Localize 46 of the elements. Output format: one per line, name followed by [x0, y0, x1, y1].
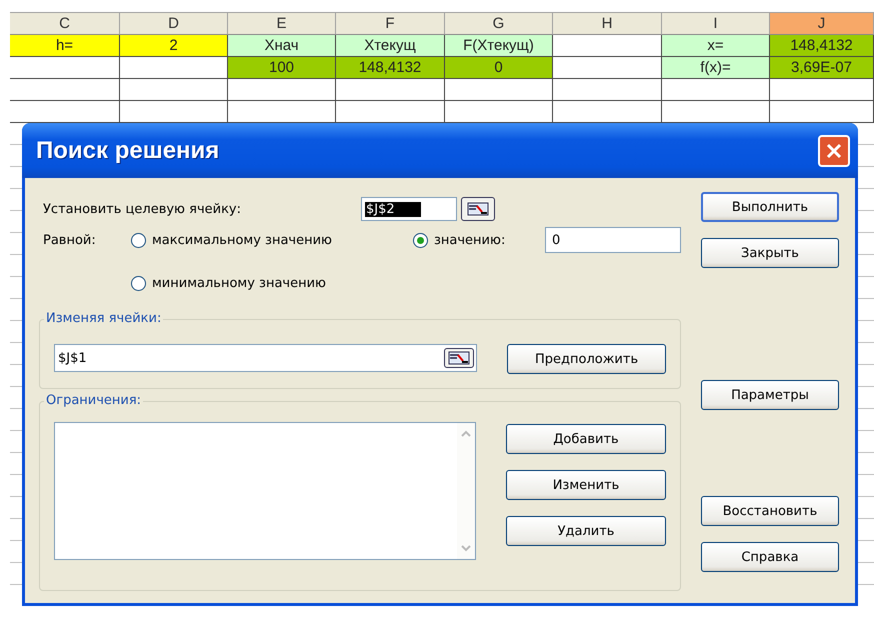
column-header[interactable]: D — [120, 12, 228, 35]
table-cell: 3,69E-07 — [770, 57, 874, 79]
table-cell: x= — [662, 35, 770, 57]
table-cell: 148,4132 — [770, 35, 874, 57]
dialog-button[interactable]: Выполнить — [701, 192, 839, 222]
value-field[interactable]: 0 — [545, 227, 681, 253]
table-cell: h= — [10, 35, 120, 57]
scrollbar[interactable] — [457, 423, 475, 559]
column-header[interactable]: I — [662, 12, 770, 35]
dialog-button[interactable]: Справка — [701, 542, 839, 572]
table-cell: f(x)= — [662, 57, 770, 79]
close-icon — [825, 142, 843, 160]
radio-option[interactable]: минимальному значению — [131, 276, 413, 290]
column-header[interactable]: J — [770, 12, 874, 35]
changing-cells-field[interactable]: $J$1 — [54, 344, 478, 372]
column-header[interactable]: H — [553, 12, 662, 35]
table-cell: 148,4132 — [336, 57, 445, 79]
range-select-icon — [467, 202, 489, 216]
column-header[interactable]: E — [228, 12, 336, 35]
window-title: Поиск решения — [36, 136, 220, 164]
target-cell-field[interactable]: $J$2 — [361, 197, 457, 221]
constraint-button[interactable]: Изменить — [506, 470, 666, 500]
table-cell: 0 — [445, 57, 553, 79]
constraints-list[interactable] — [54, 422, 476, 560]
target-cell-label: Установить целевую ячейку: — [43, 202, 242, 216]
table-cell: 2 — [120, 35, 228, 57]
equal-to-label: Равной: — [43, 232, 97, 248]
range-select-icon[interactable] — [444, 348, 474, 368]
guess-button[interactable]: Предположить — [507, 344, 666, 374]
collapse-dialog-button[interactable] — [461, 197, 495, 221]
radio-option[interactable]: максимальному значению — [131, 232, 413, 248]
constraint-button[interactable]: Удалить — [506, 516, 666, 546]
dialog-button[interactable]: Закрыть — [701, 238, 839, 268]
constraints-label: Ограничения: — [44, 393, 144, 408]
close-button[interactable] — [818, 134, 850, 166]
column-header[interactable]: F — [336, 12, 445, 35]
column-header[interactable]: C — [10, 12, 120, 35]
table-cell: Xтекущ — [336, 35, 445, 57]
column-header[interactable]: G — [445, 12, 553, 35]
radio-option[interactable]: значению: — [413, 232, 545, 248]
dialog-button[interactable]: Параметры — [701, 380, 839, 410]
table-cell: 100 — [228, 57, 336, 79]
dialog-button[interactable]: Восстановить — [701, 496, 839, 526]
table-cell: F(Xтекущ) — [445, 35, 553, 57]
constraint-button[interactable]: Добавить — [506, 424, 666, 454]
table-cell: Хнач — [228, 35, 336, 57]
